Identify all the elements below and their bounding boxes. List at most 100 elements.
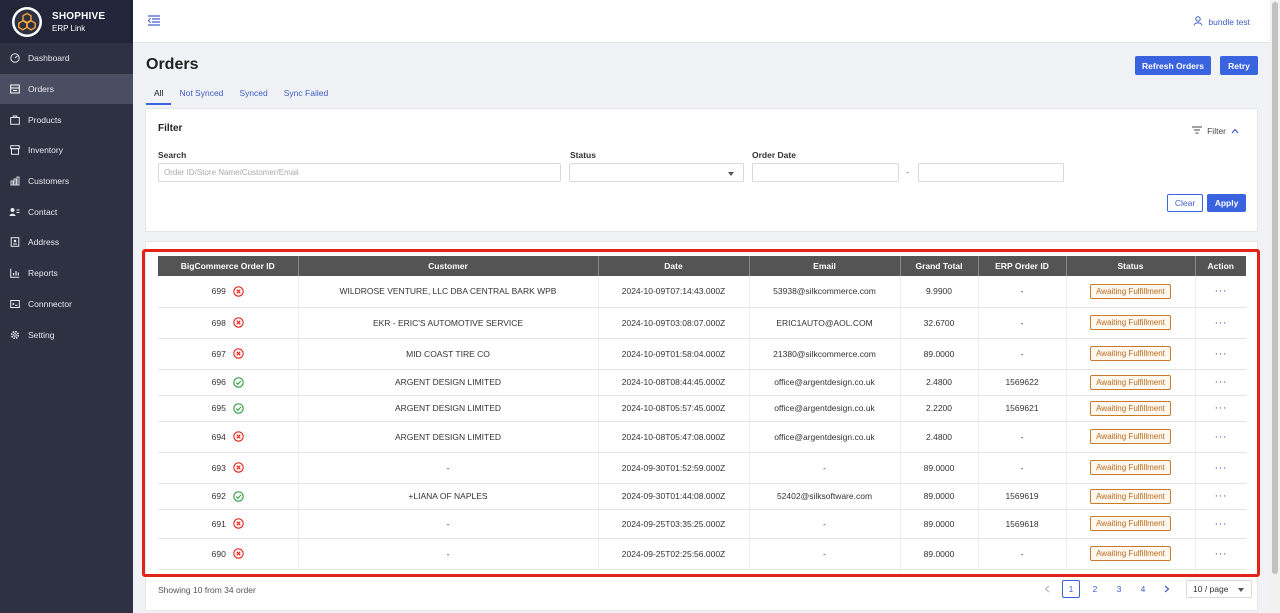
table-row[interactable]: 694 ARGENT DESIGN LIMITED 2024-10-08T05:47… [158, 421, 1246, 453]
column-header-date: Date [598, 256, 750, 276]
customer-cell: - [298, 509, 599, 539]
next-page-button[interactable] [1158, 580, 1176, 598]
error-circle-icon [233, 286, 244, 297]
search-label: Search [158, 150, 187, 160]
action-cell: ··· [1195, 395, 1246, 422]
error-circle-icon [233, 548, 244, 559]
sidebar-item-reports[interactable]: Reports [0, 258, 133, 289]
erp-order-id-cell: - [978, 421, 1067, 453]
top-bar: bundle test [133, 0, 1270, 43]
order-id-cell: 694 [158, 421, 299, 453]
table-row[interactable]: 693-2024-09-30T01:52:59.000Z -89.0000- Awa… [158, 452, 1246, 484]
inventory-icon [9, 145, 20, 156]
email-cell: office@argentdesign.co.uk [749, 395, 901, 422]
order-id: 696 [211, 377, 226, 387]
grand-total-cell: 32.6700 [900, 307, 979, 339]
order-date-end-input[interactable] [918, 163, 1064, 182]
customer-cell: ARGENT DESIGN LIMITED [298, 395, 599, 422]
filter-toggle-label: Filter [1207, 126, 1226, 136]
more-actions-icon[interactable]: ··· [1215, 518, 1228, 530]
brand[interactable]: SHOPHIVE ERP Link [0, 0, 133, 43]
page-button[interactable]: 3 [1110, 580, 1128, 598]
check-circle-icon [233, 376, 244, 388]
table-row[interactable]: 698 EKR - ERIC'S AUTOMOTIVE SERVICE 2024-1… [158, 307, 1246, 339]
sidebar-item-address[interactable]: Address [0, 227, 133, 258]
menu-toggle-icon[interactable] [147, 15, 161, 28]
sidebar-item-customers[interactable]: Customers [0, 166, 133, 197]
sidebar-item-orders[interactable]: Orders [0, 73, 133, 105]
sidebar-item-products[interactable]: Products [0, 104, 133, 135]
page-scrollbar[interactable] [1270, 0, 1280, 613]
filter-toggle[interactable]: Filter [1192, 126, 1239, 136]
error-circle-icon [233, 348, 244, 359]
error-circle-icon [233, 317, 244, 328]
products-icon [9, 114, 20, 125]
status-badge: Awaiting Fulfillment [1090, 283, 1171, 299]
search-input[interactable] [158, 163, 561, 182]
more-actions-icon[interactable]: ··· [1215, 462, 1228, 474]
status-select[interactable] [569, 163, 744, 182]
erp-order-id-cell: - [978, 276, 1067, 308]
status-cell: Awaiting Fulfillment [1066, 483, 1196, 510]
more-actions-icon[interactable]: ··· [1215, 285, 1228, 297]
page-button[interactable]: 2 [1086, 580, 1104, 598]
refresh-orders-button[interactable]: Refresh Orders [1135, 56, 1211, 75]
table-row[interactable]: 690-2024-09-25T02:25:56.000Z -89.0000- Awa… [158, 538, 1246, 570]
sidebar-item-dashboard[interactable]: Dashboard [0, 43, 133, 74]
table-row[interactable]: 692 +LIANA OF NAPLES 2024-09-30T01:44:08.0… [158, 483, 1246, 510]
sidebar-item-connector[interactable]: Connnector [0, 289, 133, 320]
sidebar-item-contact[interactable]: Contact [0, 196, 133, 227]
order-id-cell: 699 [158, 276, 299, 308]
order-id-cell: 691 [158, 509, 299, 539]
table-row[interactable]: 691-2024-09-25T03:35:25.000Z -89.0000 1569… [158, 509, 1246, 539]
gear-icon [9, 329, 20, 340]
grand-total-cell: 89.0000 [900, 509, 979, 539]
table-row[interactable]: 696 ARGENT DESIGN LIMITED 2024-10-08T08:44… [158, 369, 1246, 396]
prev-page-button[interactable] [1038, 580, 1056, 598]
sidebar-item-label: Address [28, 237, 60, 248]
page-button[interactable]: 4 [1134, 580, 1152, 598]
filter-panel: Filter Filter Search Status Order Date -… [145, 108, 1258, 232]
retry-button[interactable]: Retry [1220, 56, 1258, 75]
order-date-start-input[interactable] [752, 163, 899, 182]
table-row[interactable]: 699 WILDROSE VENTURE, LLC DBA CENTRAL BAR… [158, 276, 1246, 308]
scrollbar-thumb[interactable] [1272, 2, 1278, 574]
apply-button[interactable]: Apply [1207, 194, 1246, 212]
sidebar-item-label: Inventory [28, 145, 63, 156]
date-cell: 2024-10-09T03:08:07.000Z [598, 307, 750, 339]
sidebar-item-setting[interactable]: Setting [0, 319, 133, 350]
tab-sync-failed[interactable]: Sync Failed [276, 87, 336, 105]
user-menu[interactable]: bundle test [1193, 16, 1250, 28]
email-cell: - [749, 452, 901, 484]
page-button[interactable]: 1 [1062, 580, 1080, 598]
more-actions-icon[interactable]: ··· [1215, 431, 1228, 443]
sidebar-item-inventory[interactable]: Inventory [0, 135, 133, 166]
sidebar-item-label: Orders [28, 84, 54, 95]
caret-down-icon [1238, 588, 1244, 592]
date-cell: 2024-09-25T02:25:56.000Z [598, 538, 750, 570]
more-actions-icon[interactable]: ··· [1215, 548, 1228, 560]
order-id-cell: 698 [158, 307, 299, 339]
column-header-email: Email [749, 256, 901, 276]
table-header-row: BigCommerce Order ID Customer Date Email… [158, 256, 1246, 276]
clear-button[interactable]: Clear [1167, 194, 1203, 212]
more-actions-icon[interactable]: ··· [1215, 348, 1228, 360]
order-id: 695 [211, 403, 226, 413]
action-cell: ··· [1195, 338, 1246, 370]
status-cell: Awaiting Fulfillment [1066, 509, 1196, 539]
page-size-select[interactable]: 10 / page [1186, 580, 1252, 598]
table-row[interactable]: 695 ARGENT DESIGN LIMITED 2024-10-08T05:57… [158, 395, 1246, 422]
tab-not-synced[interactable]: Not Synced [171, 87, 231, 105]
error-circle-icon [233, 462, 244, 473]
tab-synced[interactable]: Synced [231, 87, 275, 105]
tab-all[interactable]: All [146, 87, 172, 105]
table-row[interactable]: 697 MID COAST TIRE CO 2024-10-09T01:58:04.… [158, 338, 1246, 370]
more-actions-icon[interactable]: ··· [1215, 402, 1228, 414]
date-separator: - [906, 167, 909, 177]
page-title: Orders [146, 56, 199, 73]
more-actions-icon[interactable]: ··· [1215, 490, 1228, 502]
more-actions-icon[interactable]: ··· [1215, 376, 1228, 388]
sidebar-nav: Dashboard Orders Products Inventory Cust… [0, 43, 133, 350]
more-actions-icon[interactable]: ··· [1215, 317, 1228, 329]
date-cell: 2024-10-08T05:57:45.000Z [598, 395, 750, 422]
